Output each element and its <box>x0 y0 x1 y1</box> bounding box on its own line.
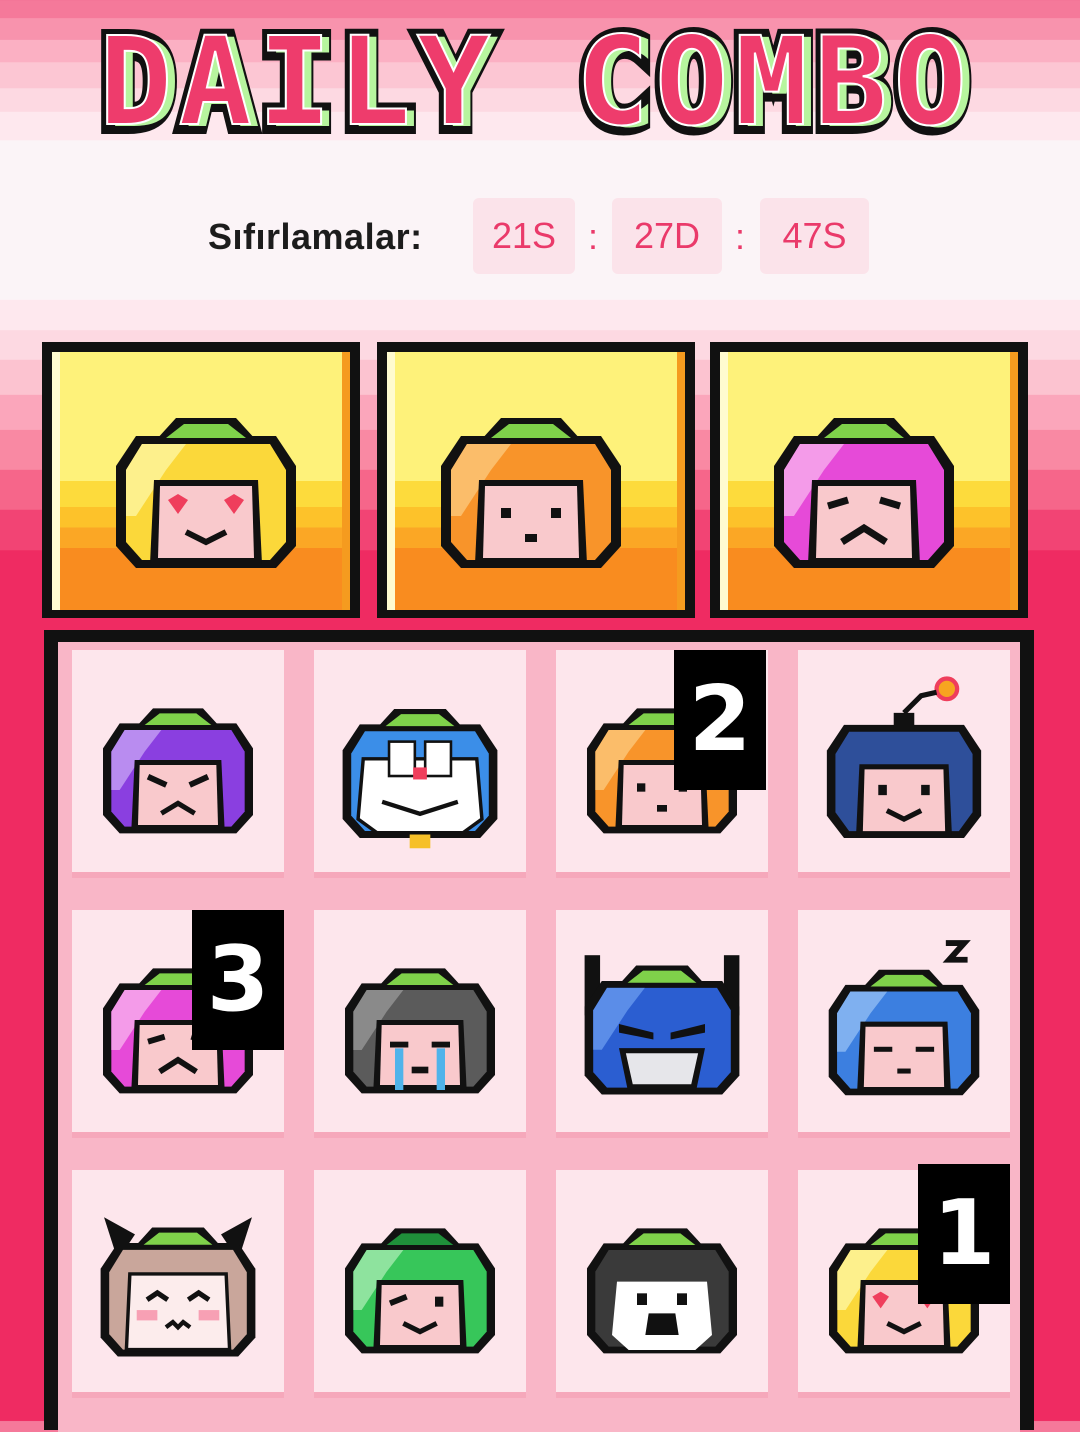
grid-cell[interactable] <box>314 650 526 878</box>
reset-label: Sıfırlamalar: <box>208 216 423 257</box>
daily-combo-title: DAILY COMBO DAILY COMBO DAILY COMBO <box>0 8 1080 148</box>
timer-separator: : <box>735 216 746 257</box>
grid-cell[interactable] <box>72 1170 284 1398</box>
combo-slot-2[interactable] <box>377 342 695 618</box>
grid-cell[interactable]: 2 <box>556 650 768 878</box>
bomb-character-icon <box>826 676 982 838</box>
grid-cell[interactable] <box>556 1170 768 1398</box>
tomato-yellow-heart-eyes-icon <box>116 418 296 568</box>
tomato-purple-angry-icon <box>103 708 253 834</box>
reset-timer: Sıfırlamalar: 21S : 27D : 47S <box>0 198 1080 276</box>
selection-order-badge: 1 <box>918 1164 1010 1304</box>
grid-cell[interactable]: 3 <box>72 910 284 1138</box>
combo-slot-1[interactable] <box>42 342 360 618</box>
grid-cell[interactable] <box>314 910 526 1138</box>
tomato-green-wink-icon <box>345 1228 495 1354</box>
timer-hours: 21S <box>473 198 575 274</box>
selection-order-badge: 2 <box>674 650 766 790</box>
tomato-black-open-mouth-icon <box>587 1228 737 1354</box>
robot-helmet-icon <box>584 955 740 1095</box>
tomato-blue-sleeping-icon <box>828 940 980 1096</box>
cat-ears-character-icon <box>100 1217 256 1357</box>
grid-cell[interactable]: 1 <box>798 1164 1010 1398</box>
combo-slot-3[interactable] <box>710 342 1028 618</box>
grid-cell[interactable] <box>798 650 1010 878</box>
timer-separator: : <box>588 216 599 257</box>
doraemon-icon <box>342 708 498 849</box>
grid-cell[interactable] <box>798 910 1010 1138</box>
title-text: DAILY COMBO <box>99 11 973 148</box>
emoji-grid: 2 3 1 <box>44 630 1034 1432</box>
tomato-gray-crying-icon <box>345 968 495 1094</box>
selection-order-badge: 3 <box>192 910 284 1050</box>
combo-slots <box>40 342 1028 620</box>
grid-cell[interactable] <box>72 650 284 878</box>
tomato-magenta-sad-icon <box>774 418 954 568</box>
grid-cell[interactable] <box>556 910 768 1138</box>
timer-minutes: 27D <box>612 198 722 274</box>
timer-seconds: 47S <box>760 198 869 274</box>
tomato-orange-neutral-icon <box>441 418 621 568</box>
grid-cell[interactable] <box>314 1170 526 1398</box>
